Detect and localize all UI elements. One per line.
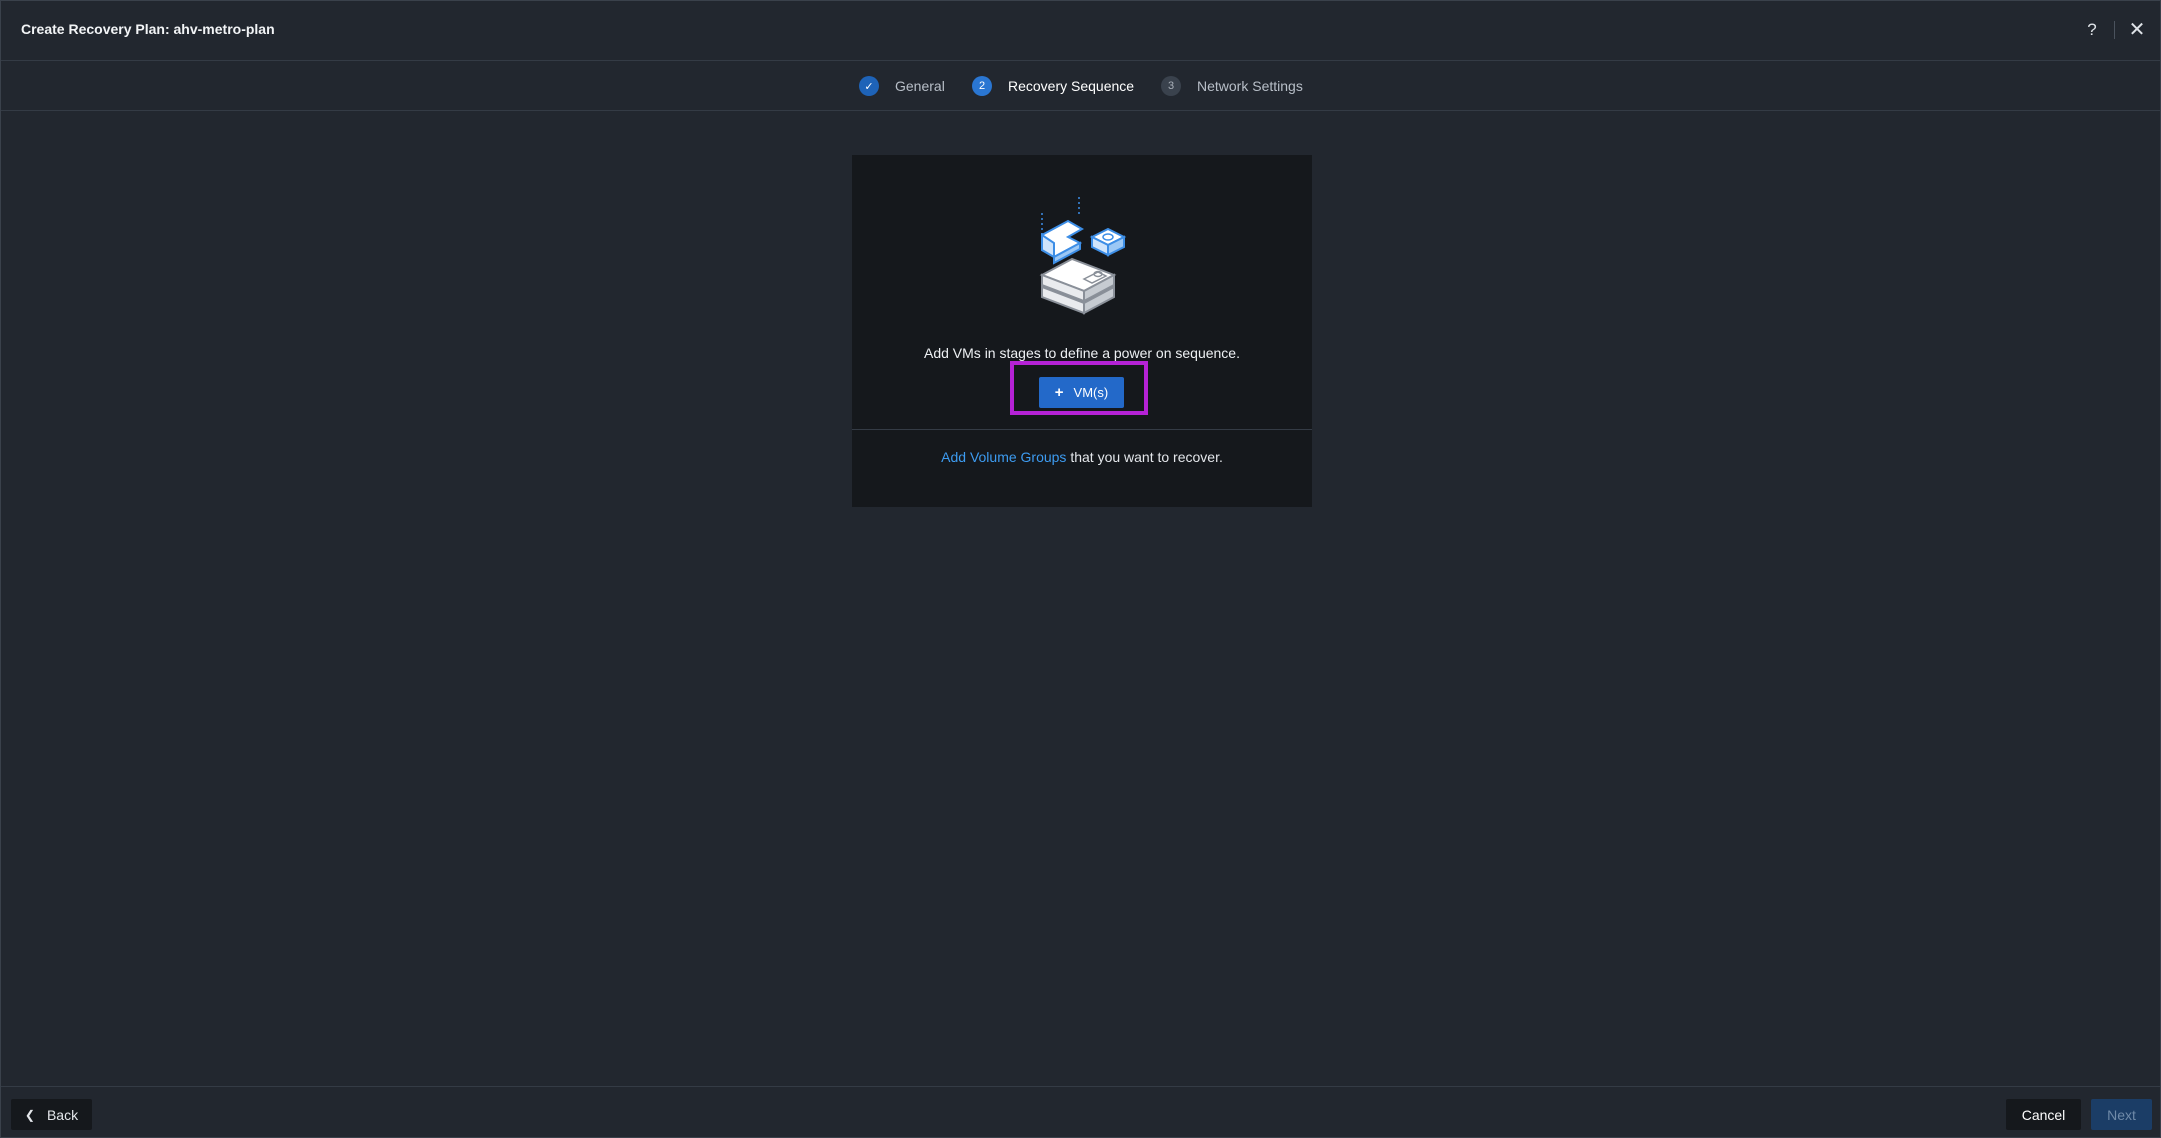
recovery-plan-dialog: Create Recovery Plan: ahv-metro-plan ? ✕… xyxy=(0,0,2161,1138)
dialog-footer: ❮ Back Cancel Next xyxy=(1,1086,2160,1138)
add-vms-button[interactable]: + VM(s) xyxy=(1039,377,1124,408)
close-icon[interactable]: ✕ xyxy=(2126,18,2148,42)
chevron-left-icon: ❮ xyxy=(24,1107,35,1122)
cancel-button[interactable]: Cancel xyxy=(2006,1099,2081,1130)
step-general[interactable]: ✓ General xyxy=(859,75,945,97)
back-label: Back xyxy=(46,1106,79,1123)
wizard-stepper: ✓ General 2 Recovery Sequence 3 Network … xyxy=(1,61,2160,111)
step-label: General xyxy=(895,78,945,94)
vm-stack-illustration-icon xyxy=(1039,197,1127,315)
step-complete-check-icon: ✓ xyxy=(859,76,879,96)
volume-groups-line: Add Volume Groups that you want to recov… xyxy=(852,449,1312,465)
plus-icon: + xyxy=(1054,384,1064,401)
next-button[interactable]: Next xyxy=(2091,1099,2152,1130)
step-label: Network Settings xyxy=(1197,78,1303,94)
volume-groups-suffix: that you want to recover. xyxy=(1066,449,1223,465)
vm-stage-section: Add VMs in stages to define a power on s… xyxy=(852,155,1312,430)
add-volume-groups-link[interactable]: Add Volume Groups xyxy=(941,449,1066,465)
recovery-sequence-panel: Add VMs in stages to define a power on s… xyxy=(852,155,1312,507)
dialog-title: Create Recovery Plan: ahv-metro-plan xyxy=(21,21,275,37)
step-recovery-sequence[interactable]: 2 Recovery Sequence xyxy=(972,75,1134,97)
dialog-header: Create Recovery Plan: ahv-metro-plan ? ✕ xyxy=(1,1,2160,61)
stage-instruction-text: Add VMs in stages to define a power on s… xyxy=(924,345,1240,361)
step-number: 3 xyxy=(1161,76,1181,96)
add-vms-label: VM(s) xyxy=(1073,385,1109,400)
help-icon[interactable]: ? xyxy=(2081,18,2103,42)
step-label: Recovery Sequence xyxy=(1008,78,1135,94)
back-button[interactable]: ❮ Back xyxy=(11,1099,92,1130)
step-network-settings[interactable]: 3 Network Settings xyxy=(1161,75,1303,97)
header-divider xyxy=(2114,21,2115,39)
step-number: 2 xyxy=(972,76,992,96)
